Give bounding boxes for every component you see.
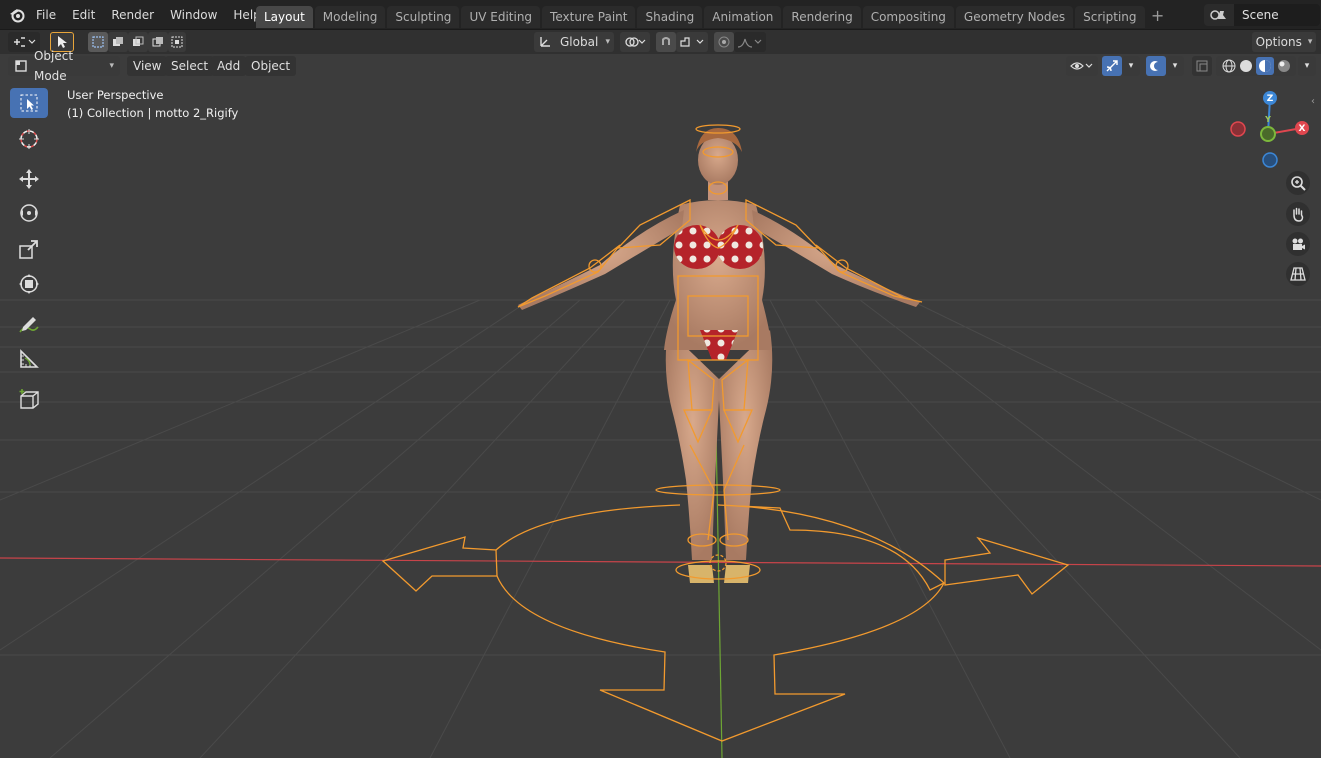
viewport-perspective-label: User Perspective	[67, 88, 164, 102]
blender-logo-icon[interactable]	[8, 6, 26, 24]
annotate-icon[interactable]	[10, 309, 48, 339]
tab-animation[interactable]: Animation	[704, 6, 782, 28]
cursor-icon[interactable]	[10, 124, 48, 154]
material-shading-icon[interactable]	[1255, 57, 1274, 75]
select-intersect-icon[interactable]	[168, 32, 186, 52]
rendered-shading-icon[interactable]	[1277, 59, 1291, 73]
menu-add[interactable]: Add	[211, 56, 247, 76]
chevron-down-icon: ▾	[109, 61, 115, 71]
mode-value: Object Mode	[33, 49, 74, 83]
x-axis-line	[0, 557, 1321, 567]
shading-dropdown-icon[interactable]: ▾	[1298, 56, 1316, 76]
tab-rendering[interactable]: Rendering	[783, 6, 861, 28]
y-axis-handle	[1260, 126, 1276, 142]
transform-icon[interactable]	[10, 269, 48, 299]
main-menu: File Edit Render Window Help	[28, 0, 269, 30]
floor-grid	[0, 299, 1321, 758]
scene-name-field[interactable]: Scene	[1234, 4, 1320, 26]
menu-object[interactable]: Object	[245, 56, 297, 76]
add-workspace-button[interactable]: +	[1147, 6, 1169, 28]
tab-shading[interactable]: Shading	[637, 6, 703, 28]
tab-sculpting[interactable]: Sculpting	[387, 6, 460, 28]
menu-select[interactable]: Select	[165, 56, 215, 76]
solid-shading-icon[interactable]	[1239, 59, 1253, 73]
tab-scripting[interactable]: Scripting	[1075, 6, 1145, 28]
tab-modeling[interactable]: Modeling	[314, 6, 386, 28]
viewport-header: Object Mode ▾ View Select Add Object ▾ ▾…	[0, 49, 1321, 83]
scale-icon[interactable]	[10, 234, 48, 264]
object-mode-icon	[15, 60, 27, 72]
scene-icon[interactable]	[1204, 4, 1234, 26]
grid-ortho-icon[interactable]	[1286, 262, 1310, 286]
collapse-sidebar-icon[interactable]: ‹	[1311, 96, 1315, 107]
xray-toggle-icon[interactable]	[1192, 56, 1212, 76]
workspace-tabs: Layout Modeling Sculpting UV Editing Tex…	[256, 6, 1169, 28]
snap-icon[interactable]	[656, 32, 676, 52]
viewport-collection-label: (1) Collection | motto 2_Rigify	[67, 106, 239, 120]
overlays-toggle-icon[interactable]	[1146, 56, 1166, 76]
z-axis-label: Z	[1267, 94, 1274, 104]
snap-target-icon[interactable]	[676, 32, 708, 52]
falloff-icon[interactable]	[734, 32, 766, 52]
y-axis-line	[715, 429, 723, 758]
pan-hand-icon[interactable]	[1286, 202, 1310, 226]
shading-modes	[1216, 56, 1296, 76]
viewport-canvas[interactable]	[0, 54, 1321, 758]
zoom-icon[interactable]	[1286, 171, 1310, 195]
options-dropdown[interactable]: Options ▾	[1252, 32, 1316, 52]
menu-file[interactable]: File	[28, 4, 64, 26]
orientation-value: Global	[560, 35, 599, 49]
navigation-gizmo[interactable]: Z X Y	[1226, 90, 1316, 170]
options-label: Options	[1255, 35, 1302, 49]
overlays-dropdown-icon[interactable]: ▾	[1166, 56, 1184, 76]
menu-render[interactable]: Render	[103, 4, 162, 26]
x-axis-label: X	[1299, 124, 1306, 134]
y-axis-label: Y	[1264, 115, 1271, 124]
character-mesh	[518, 128, 920, 583]
chevron-down-icon: ▾	[1307, 37, 1313, 47]
measure-icon[interactable]	[10, 344, 48, 374]
move-icon[interactable]	[10, 164, 48, 194]
menu-view[interactable]: View	[127, 56, 168, 76]
orientation-icon	[540, 37, 550, 47]
tab-layout[interactable]: Layout	[256, 6, 313, 28]
select-box-icon[interactable]	[10, 88, 48, 118]
select-subtract-icon[interactable]	[128, 32, 148, 52]
tool-settings-header: Global ▾ Options ▾	[0, 30, 1321, 54]
menu-window[interactable]: Window	[162, 4, 225, 26]
proportional-edit-icon[interactable]	[714, 32, 734, 52]
pivot-point-icon[interactable]	[620, 32, 650, 52]
chevron-down-icon: ▾	[605, 37, 610, 47]
select-invert-icon[interactable]	[148, 32, 168, 52]
menu-edit[interactable]: Edit	[64, 4, 103, 26]
camera-icon[interactable]	[1286, 232, 1310, 256]
neg-z-axis-handle	[1262, 152, 1278, 168]
select-extend-icon[interactable]	[108, 32, 128, 52]
transform-orientation-dropdown[interactable]: Global ▾	[534, 32, 614, 52]
gizmo-dropdown-icon[interactable]: ▾	[1122, 56, 1140, 76]
visibility-icon[interactable]	[1066, 56, 1098, 76]
gizmo-toggle-icon[interactable]	[1102, 56, 1122, 76]
scene-selector[interactable]: Scene	[1204, 4, 1320, 26]
tab-geometry-nodes[interactable]: Geometry Nodes	[955, 6, 1074, 28]
wireframe-shading-icon[interactable]	[1222, 59, 1236, 73]
tab-compositing[interactable]: Compositing	[862, 6, 954, 28]
top-menu-bar: File Edit Render Window Help Layout Mode…	[0, 0, 1321, 30]
rotate-icon[interactable]	[10, 198, 48, 228]
3d-viewport[interactable]: User Perspective (1) Collection | motto …	[0, 54, 1321, 758]
tab-texture-paint[interactable]: Texture Paint	[542, 6, 636, 28]
tab-uv-editing[interactable]: UV Editing	[461, 6, 541, 28]
add-cube-icon[interactable]	[10, 384, 48, 414]
neg-x-axis-handle	[1230, 121, 1246, 137]
mode-dropdown[interactable]: Object Mode ▾	[8, 49, 120, 83]
